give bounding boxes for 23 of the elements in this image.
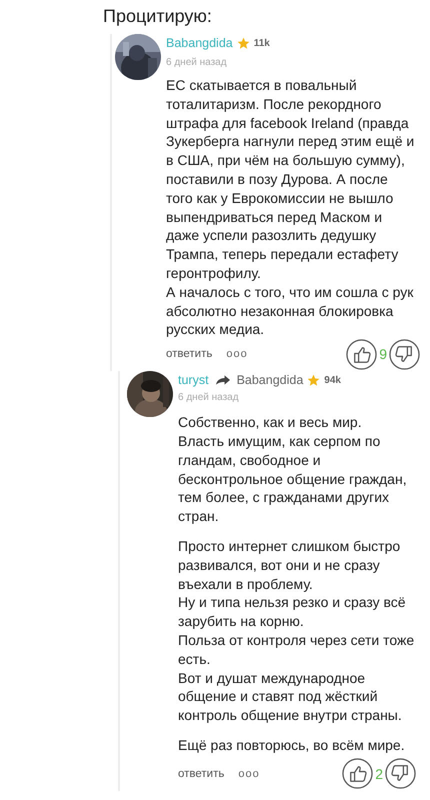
vote-count: 9 — [379, 346, 387, 362]
rating-count: 11k — [254, 38, 270, 48]
comment-text: Ещё раз повторюсь, во всём мире. — [178, 736, 406, 755]
star-icon — [307, 374, 320, 387]
thumbs-up-icon[interactable] — [346, 338, 378, 370]
reply-arrow-icon — [216, 375, 230, 386]
comment-text: Просто интернет слишком быстро развивался, вот они и не сразу въехали в проблему. Ну и типа нельзя резко и сразу всё зарубить на корню. Польза от контроля через сети тоже есть. Вот и душат международное общение и ставят под жёсткий контроль общение внутри страны. — [178, 536, 416, 725]
reply-to-name[interactable]: Babangdida — [236, 373, 304, 388]
reply-link[interactable]: ответить — [166, 348, 212, 360]
comment-time: 6 дней назад — [166, 57, 228, 68]
thumbs-up-icon[interactable] — [342, 758, 374, 790]
vote-count: 2 — [375, 766, 383, 782]
thumbs-down-icon[interactable] — [385, 758, 416, 790]
more-button[interactable]: ooo — [226, 348, 248, 360]
star-icon — [236, 36, 250, 50]
comment-time: 6 дней назад — [178, 392, 240, 404]
quote-heading: Процитирую: — [103, 5, 213, 27]
more-button[interactable]: ooo — [238, 768, 260, 780]
comment-text: Собственно, как и весь мир. Власть имущим, как серпом по гландам, свободное и бесконтрольное общение граждан, тем более, с гражданами других стран. — [178, 413, 408, 526]
rating-count: 94k — [324, 374, 341, 386]
comment-text: ЕС скатывается в повальный тоталитаризм. После рекордного штрафа для facebook Ireland (правда Зукерберга нагнули перед этим ещё и в США, при чём на большую сумму), поставили в позу Дурова. А после того как у Еврокомиссии не вышло выпендриваться перед Маском и даже успели разозлить дедушку Трампа, теперь передали естафету геронтрофилу. А началось с того, что им сошла с рук абсолютно незаконная блокировка русских медиа. — [166, 76, 416, 340]
reply-link[interactable]: ответить — [178, 768, 224, 780]
thumbs-down-icon[interactable] — [389, 338, 420, 370]
